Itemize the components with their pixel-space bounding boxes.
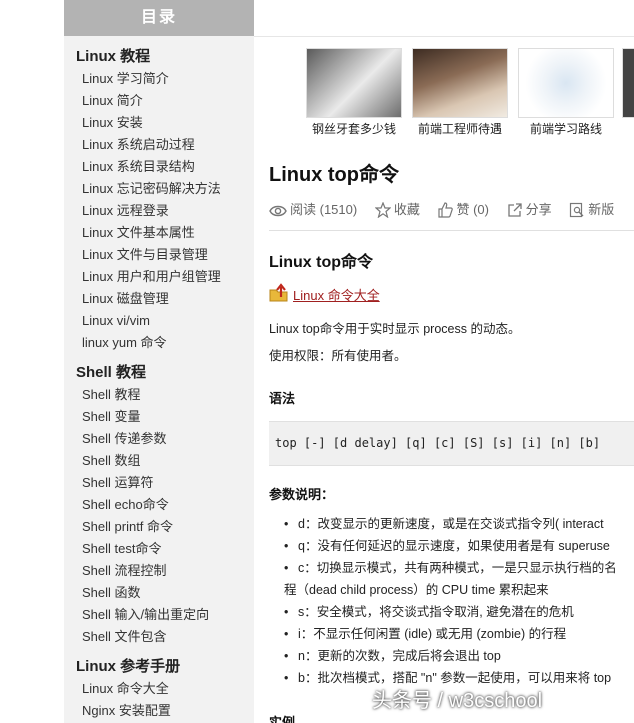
thumbnail-image[interactable] <box>518 48 614 118</box>
sidebar-item[interactable]: Linux 学习简介 <box>64 68 254 90</box>
permission-text: 使用权限：所有使用者。 <box>269 349 407 363</box>
sidebar-item[interactable]: Shell echo命令 <box>64 494 254 516</box>
folder-up-icon <box>269 283 288 302</box>
main-content: 钢丝牙套多少钱 前端工程师待遇 前端学习路线 Linux top命令 阅读 (1… <box>254 36 634 723</box>
thumbnail-image[interactable] <box>306 48 402 118</box>
param-item: c：切换显示模式，共有两种模式，一是只显示执行档的名 <box>284 557 617 579</box>
sidebar-item[interactable]: Linux 文件与目录管理 <box>64 244 254 266</box>
sidebar-item[interactable]: Shell printf 命令 <box>64 516 254 538</box>
favorite-button[interactable]: 收藏 <box>374 199 420 219</box>
params-heading: 参数说明： <box>269 487 335 502</box>
syntax-heading: 语法 <box>269 391 296 406</box>
param-item: n：更新的次数，完成后将会退出 top <box>284 645 617 667</box>
sidebar-toc: 目录 Linux 教程 Linux 学习简介 Linux 简介 Linux 安装… <box>64 0 254 723</box>
thumbnail-image[interactable] <box>622 48 634 118</box>
sidebar-item[interactable]: Shell 流程控制 <box>64 560 254 582</box>
sidebar-group-shell: Shell 教程 Shell 教程 Shell 变量 Shell 传递参数 Sh… <box>64 362 254 648</box>
sidebar-item[interactable]: Shell 变量 <box>64 406 254 428</box>
related-thumbnails: 钢丝牙套多少钱 前端工程师待遇 前端学习路线 <box>304 48 634 138</box>
read-count: 阅读 (1510) <box>269 199 357 218</box>
example-heading: 实例 <box>269 715 296 723</box>
syntax-code-block: top [-] [d delay] [q] [c] [S] [s] [i] [n… <box>269 421 634 466</box>
sidebar-item[interactable]: Linux 简介 <box>64 90 254 112</box>
thumbnail-card[interactable]: 钢丝牙套多少钱 <box>304 48 404 137</box>
new-version-button[interactable]: 新版 <box>569 199 614 218</box>
thumbnail-caption[interactable]: 钢丝牙套多少钱 <box>304 120 404 137</box>
sidebar-item[interactable]: Linux 系统启动过程 <box>64 134 254 156</box>
sidebar-group-title: Shell 教程 <box>76 364 147 381</box>
share-button[interactable]: 分享 <box>507 199 552 218</box>
sidebar-item[interactable]: Shell 输入/输出重定向 <box>64 604 254 626</box>
like-label: 赞 (0) <box>456 202 489 217</box>
divider <box>269 230 634 231</box>
sidebar-item[interactable]: Shell 函数 <box>64 582 254 604</box>
description-text: Linux top命令用于实时显示 process 的动态。 <box>269 322 521 336</box>
sidebar-item[interactable]: Nginx 安装配置 <box>64 700 254 722</box>
sidebar-item[interactable]: Linux 用户和用户组管理 <box>64 266 254 288</box>
sidebar-item[interactable]: Linux 安装 <box>64 112 254 134</box>
sidebar-item[interactable]: Linux 文件基本属性 <box>64 222 254 244</box>
sidebar-item[interactable]: Shell 运算符 <box>64 472 254 494</box>
read-count-label: 阅读 (1510) <box>290 202 358 217</box>
sidebar-item[interactable]: Linux vi/vim <box>64 310 254 332</box>
command-index-link-row: Linux 命令大全 <box>269 283 380 304</box>
params-list: d：改变显示的更新速度，或是在交谈式指令列( interact q：没有任何延迟… <box>284 513 617 689</box>
sidebar-item[interactable]: Shell 文件包含 <box>64 626 254 648</box>
star-icon <box>374 201 392 219</box>
new-version-label: 新版 <box>588 202 615 217</box>
like-button[interactable]: 赞 (0) <box>437 199 489 218</box>
sidebar-group-linux: Linux 教程 Linux 学习简介 Linux 简介 Linux 安装 Li… <box>64 46 254 354</box>
sidebar-header: 目录 <box>64 0 254 36</box>
section-title: Linux top命令 <box>269 254 373 271</box>
param-item: d：改变显示的更新速度，或是在交谈式指令列( interact <box>284 513 617 535</box>
thumbnail-card-partial[interactable] <box>622 48 634 118</box>
sidebar-item[interactable]: linux yum 命令 <box>64 332 254 354</box>
param-item-continuation: 程（dead child process）的 CPU time 累积起来 <box>284 583 549 597</box>
page-title: Linux top命令 <box>269 164 399 186</box>
share-icon <box>507 203 522 217</box>
sidebar-item[interactable]: Linux 磁盘管理 <box>64 288 254 310</box>
param-item: i：不显示任何闲置 (idle) 或无用 (zombie) 的行程 <box>284 623 617 645</box>
top-strip <box>254 0 634 37</box>
sidebar-group-reference: Linux 参考手册 Linux 命令大全 Nginx 安装配置 <box>64 656 254 722</box>
eye-icon <box>269 205 287 217</box>
param-item: q：没有任何延迟的显示速度，如果使用者是有 superuse <box>284 535 617 557</box>
search-document-icon <box>570 202 584 218</box>
command-index-link[interactable]: Linux 命令大全 <box>293 288 380 303</box>
sidebar-item[interactable]: Linux 命令大全 <box>64 678 254 700</box>
sidebar-item[interactable]: Shell test命令 <box>64 538 254 560</box>
param-item: s：安全模式，将交谈式指令取消, 避免潜在的危机 <box>284 601 617 623</box>
sidebar-item[interactable]: Shell 教程 <box>64 384 254 406</box>
thumbnail-image[interactable] <box>412 48 508 118</box>
share-label: 分享 <box>525 202 552 217</box>
sidebar-item[interactable]: Linux 远程登录 <box>64 200 254 222</box>
thumbnail-caption[interactable]: 前端工程师待遇 <box>410 120 510 137</box>
sidebar-item[interactable]: Shell 传递参数 <box>64 428 254 450</box>
sidebar-item[interactable]: Shell 数组 <box>64 450 254 472</box>
thumbnail-caption[interactable]: 前端学习路线 <box>516 120 616 137</box>
favorite-label: 收藏 <box>393 202 420 217</box>
article-actions: 阅读 (1510) 收藏 赞 (0) 分享 新版 <box>269 199 628 219</box>
sidebar-group-title: Linux 教程 <box>76 48 151 65</box>
thumbnail-card[interactable]: 前端工程师待遇 <box>410 48 510 137</box>
sidebar-group-title: Linux 参考手册 <box>76 658 181 675</box>
sidebar-item[interactable]: Linux 系统目录结构 <box>64 156 254 178</box>
thumbs-up-icon <box>438 202 454 218</box>
watermark: 头条号 / w3cschool <box>372 690 543 712</box>
thumbnail-card[interactable]: 前端学习路线 <box>516 48 616 137</box>
sidebar-item[interactable]: Linux 忘记密码解决方法 <box>64 178 254 200</box>
